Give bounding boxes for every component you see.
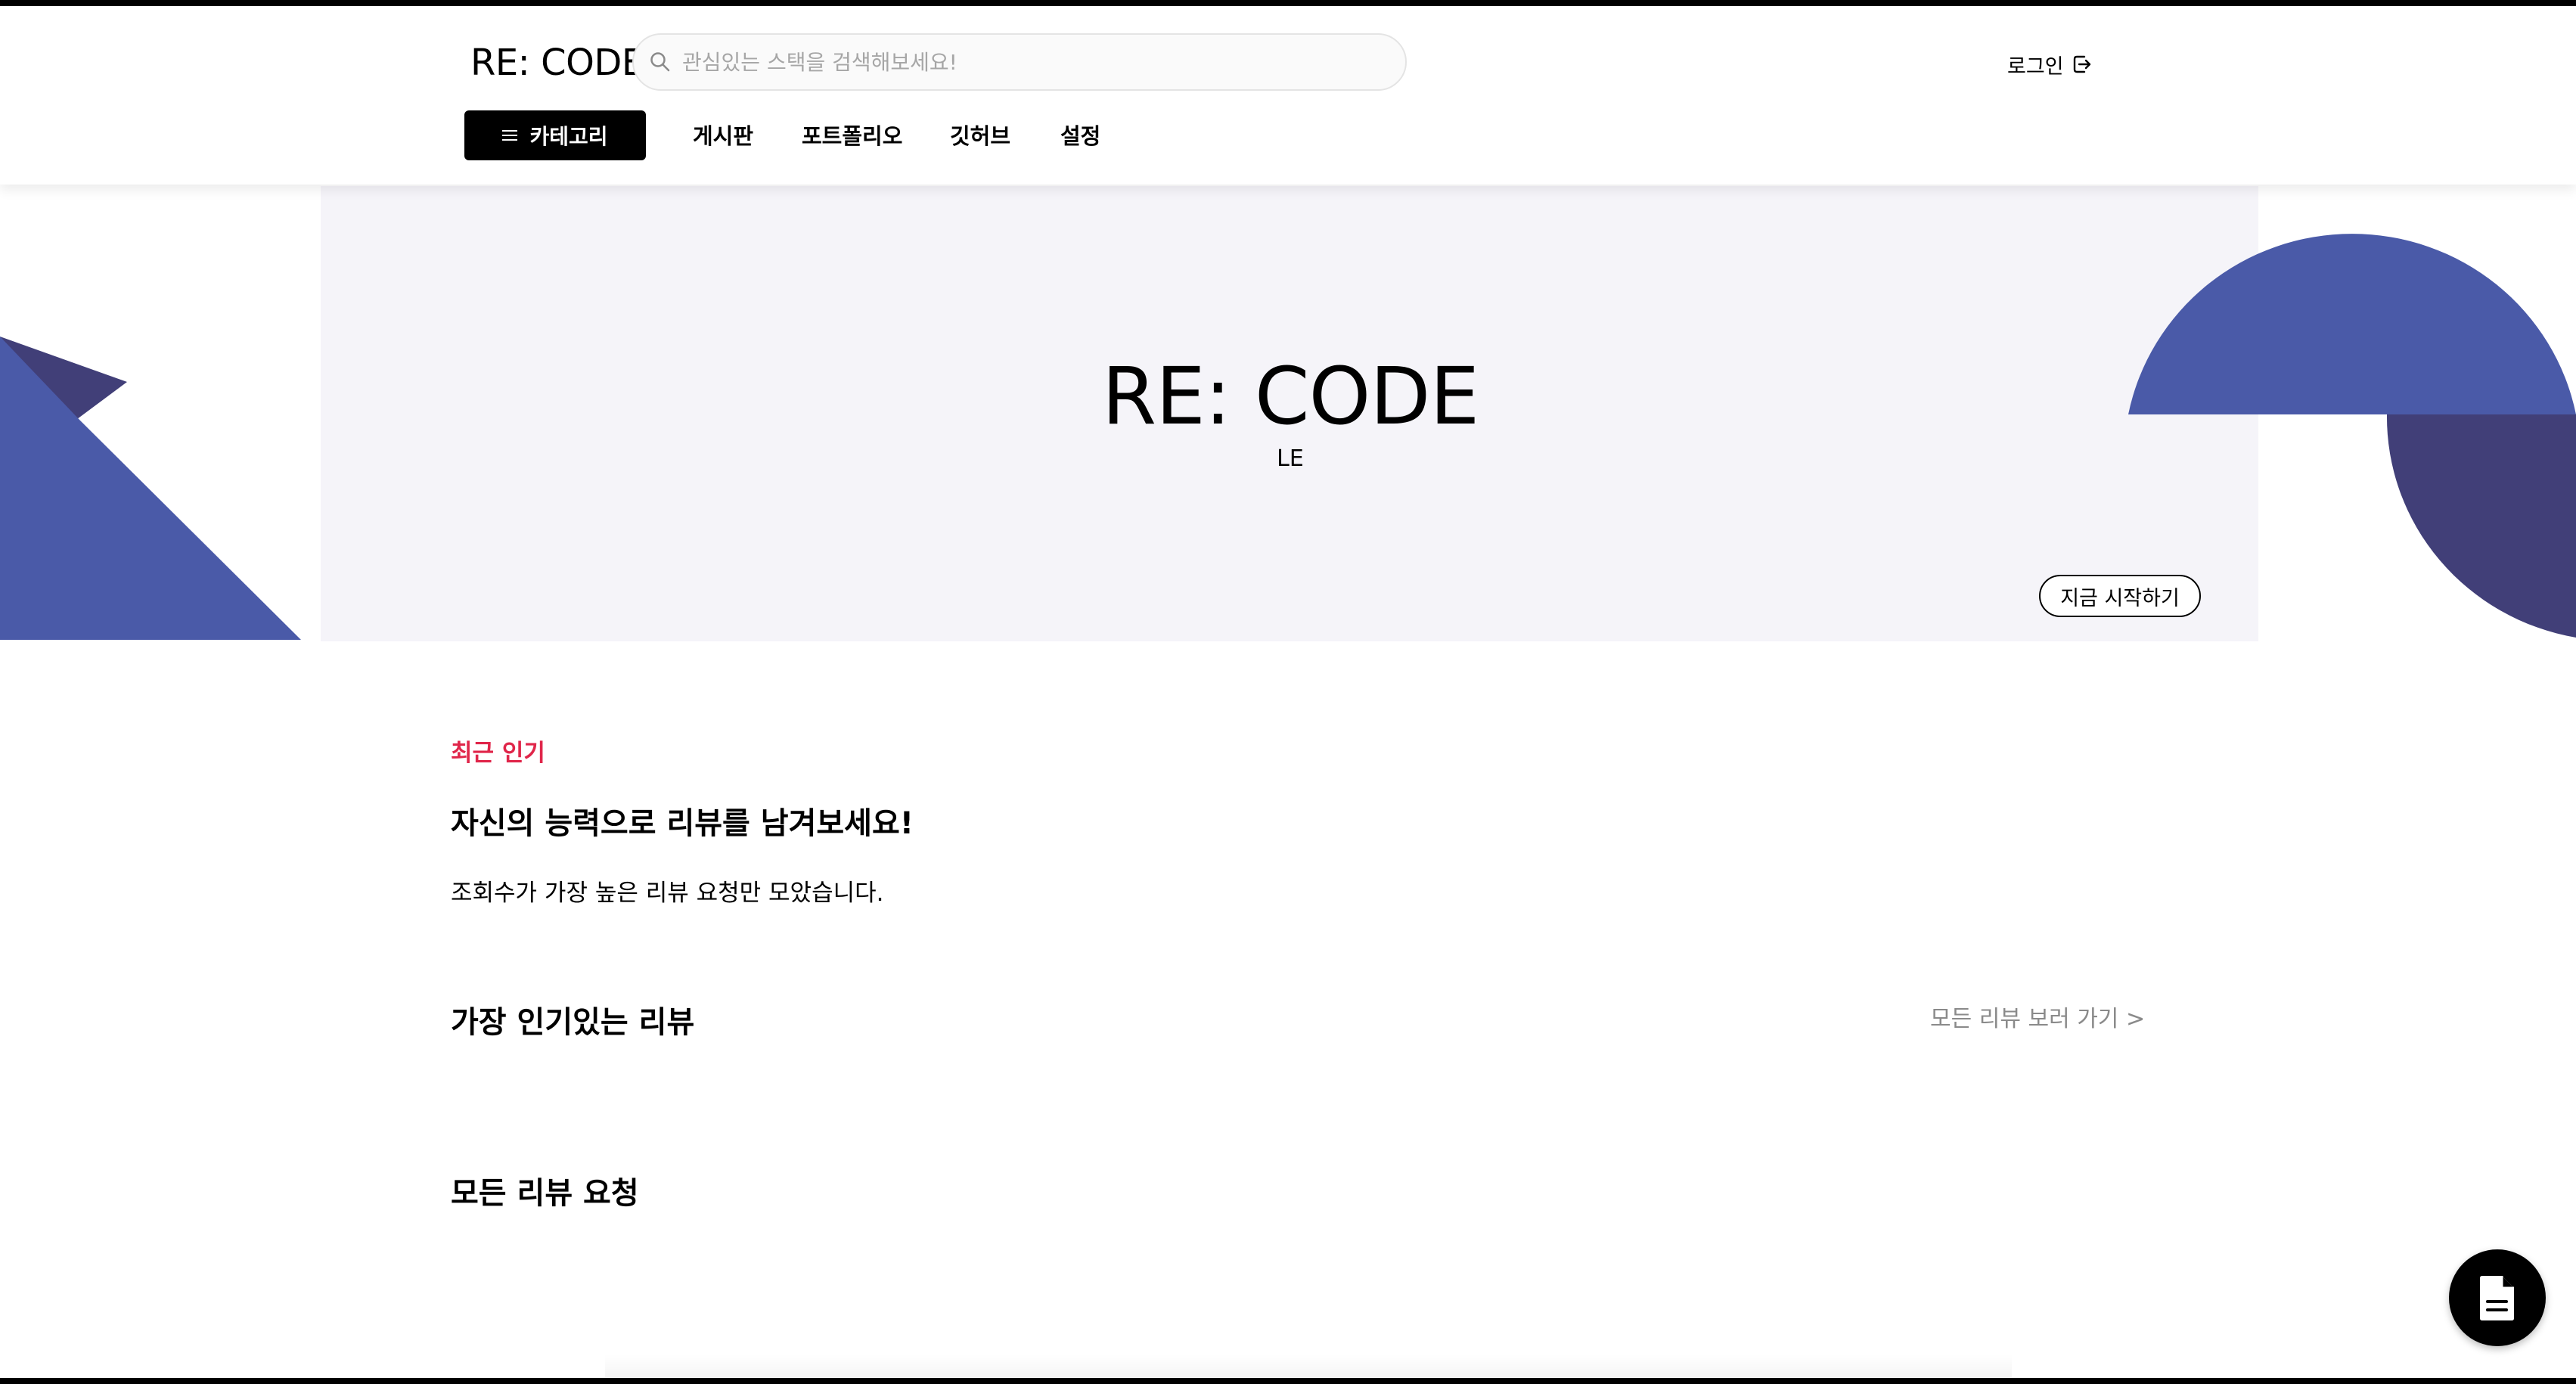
section-description: 조회수가 가장 높은 리뷰 요청만 모았습니다. xyxy=(451,880,884,907)
popular-reviews-title: 가장 인기있는 리뷰 xyxy=(451,1005,695,1040)
hero-title: RE: CODE xyxy=(1101,350,1479,442)
all-requests-title: 모든 리뷰 요청 xyxy=(451,1176,639,1211)
search-input[interactable] xyxy=(682,49,1363,75)
page: RE: CODE 로그인 카테고리 게시판 포트폴리오 깃허브 설정 RE: C… xyxy=(0,0,2576,1384)
search-icon xyxy=(650,52,670,72)
login-label: 로그인 xyxy=(2007,54,2064,79)
start-now-button[interactable]: 지금 시작하기 xyxy=(2039,575,2201,617)
hero-subtitle: LE xyxy=(1277,445,1304,472)
site-header: RE: CODE 로그인 카테고리 게시판 포트폴리오 깃허브 설정 xyxy=(0,6,2576,185)
nav-item-settings[interactable]: 설정 xyxy=(1060,121,1100,151)
window-bottom-border xyxy=(0,1378,2576,1384)
nav-item-github[interactable]: 깃허브 xyxy=(950,121,1010,151)
search-bar[interactable] xyxy=(632,33,1407,91)
menu-icon xyxy=(502,130,518,141)
logo[interactable]: RE: CODE xyxy=(470,35,644,91)
login-button[interactable]: 로그인 xyxy=(2007,48,2093,80)
nav-item-portfolio[interactable]: 포트폴리오 xyxy=(802,121,902,151)
hero-decoration xyxy=(0,234,2576,640)
see-all-reviews-link[interactable]: 모든 리뷰 보러 가기 > xyxy=(1930,1004,2145,1035)
document-icon xyxy=(2480,1276,2514,1320)
right-blue-half-circle xyxy=(2128,234,2576,414)
section-headline: 자신의 능력으로 리뷰를 남겨보세요! xyxy=(451,806,914,841)
recent-popular-tag: 최근 인기 xyxy=(451,740,545,767)
category-button[interactable]: 카테고리 xyxy=(464,110,646,160)
right-navy-quarter-circle xyxy=(2386,414,2576,638)
category-label: 카테고리 xyxy=(529,124,608,149)
write-review-fab[interactable] xyxy=(2449,1249,2546,1346)
nav-item-board[interactable]: 게시판 xyxy=(693,121,753,151)
login-icon xyxy=(2073,55,2090,73)
